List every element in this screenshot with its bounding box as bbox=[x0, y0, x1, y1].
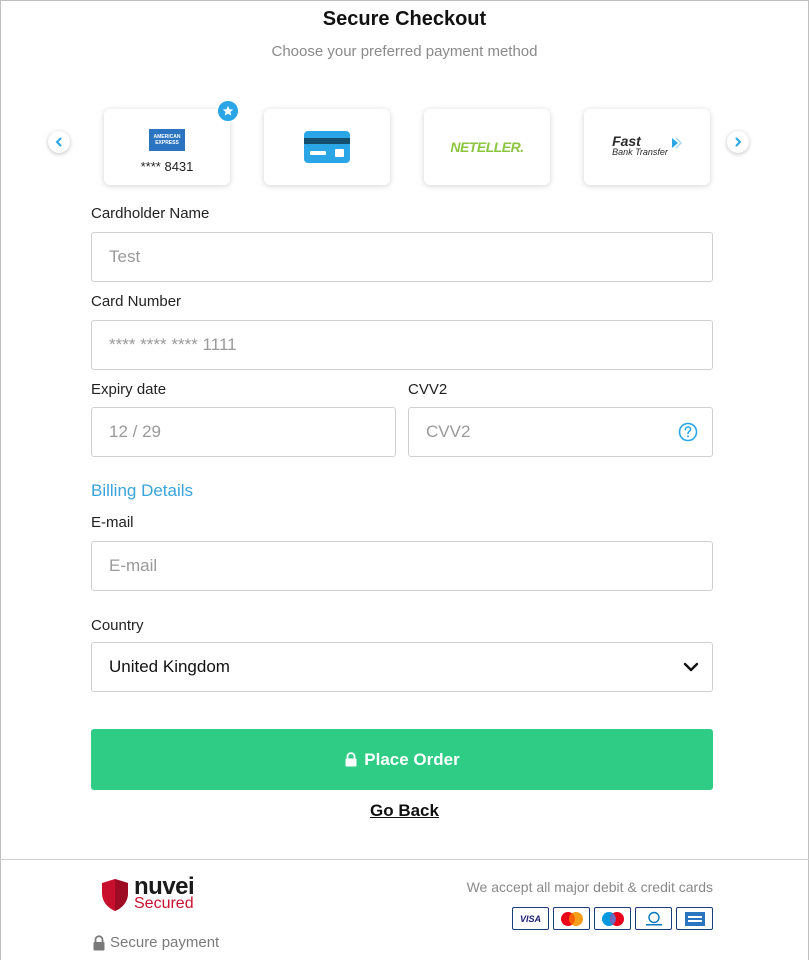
nuvei-secured-logo: nuvei Secured bbox=[100, 873, 195, 912]
amex-card-icon: AMERICAN EXPRESS bbox=[149, 128, 185, 151]
fast-bank-transfer-logo: Fast Bank Transfer bbox=[612, 133, 682, 158]
payment-method-card[interactable] bbox=[264, 109, 390, 185]
secure-payment-label: Secure payment bbox=[110, 934, 220, 951]
fbt-logo-sub: Bank Transfer bbox=[612, 147, 668, 157]
cvv-input[interactable] bbox=[426, 422, 712, 442]
payment-method-fast-bank-transfer[interactable]: Fast Bank Transfer bbox=[584, 109, 710, 185]
card-number-input[interactable] bbox=[109, 335, 712, 355]
email-field[interactable] bbox=[91, 541, 713, 591]
fbt-logo-fast: Fast bbox=[612, 133, 641, 149]
email-input[interactable] bbox=[109, 556, 712, 576]
visa-card-icon: VISA bbox=[512, 907, 549, 930]
place-order-label: Place Order bbox=[364, 749, 460, 769]
carousel-prev-button[interactable] bbox=[48, 131, 70, 153]
double-chevron-icon bbox=[671, 137, 682, 149]
cardholder-name-input[interactable] bbox=[109, 247, 712, 267]
billing-details-heading: Billing Details bbox=[91, 481, 194, 500]
nuvei-secured-label: Secured bbox=[134, 895, 194, 912]
maestro-card-icon bbox=[594, 907, 631, 930]
accepted-cards-text: We accept all major debit & credit cards bbox=[466, 879, 713, 895]
nuvei-brand: nuvei bbox=[134, 873, 195, 900]
expiry-date-field[interactable] bbox=[91, 407, 396, 457]
cardholder-name-label: Cardholder Name bbox=[91, 205, 210, 222]
payment-method-amex[interactable]: AMERICAN EXPRESS **** 8431 bbox=[104, 99, 240, 185]
email-label: E-mail bbox=[91, 514, 134, 531]
go-back-link[interactable]: Go Back bbox=[0, 801, 809, 821]
help-icon[interactable] bbox=[678, 422, 698, 442]
neteller-logo: NETELLER. bbox=[450, 139, 524, 155]
expiry-date-input[interactable] bbox=[109, 422, 395, 442]
cardholder-name-field[interactable] bbox=[91, 232, 713, 282]
mastercard-card-icon bbox=[553, 907, 590, 930]
payment-method-neteller[interactable]: NETELLER. bbox=[424, 109, 550, 185]
lock-icon bbox=[345, 752, 357, 767]
cvv-label: CVV2 bbox=[408, 381, 448, 398]
card-number-label: Card Number bbox=[91, 293, 182, 310]
country-select[interactable]: United Kingdom bbox=[91, 642, 713, 692]
card-number-field[interactable] bbox=[91, 320, 713, 370]
place-order-button[interactable]: Place Order bbox=[91, 729, 713, 790]
country-selected-value: United Kingdom bbox=[109, 657, 230, 676]
chevron-left-icon bbox=[55, 137, 62, 147]
lock-icon bbox=[93, 934, 105, 950]
chevron-down-icon bbox=[683, 662, 699, 672]
saved-card-masked-number: **** 8431 bbox=[140, 158, 194, 174]
shield-icon bbox=[102, 879, 128, 911]
expiry-date-label: Expiry date bbox=[91, 381, 167, 398]
credit-card-icon bbox=[304, 131, 350, 163]
diners-club-card-icon bbox=[635, 907, 672, 930]
secure-payment-note: Secure payment bbox=[92, 934, 219, 951]
visa-logo-text: VISA bbox=[519, 913, 541, 924]
chevron-right-icon bbox=[735, 137, 742, 147]
cvv-field[interactable] bbox=[408, 407, 713, 457]
amex-card-icon bbox=[676, 907, 713, 930]
country-label: Country bbox=[91, 617, 144, 634]
page-subtitle: Choose your preferred payment method bbox=[271, 43, 538, 60]
accepted-cards-row: VISA bbox=[512, 907, 713, 930]
page-title: Secure Checkout bbox=[322, 8, 487, 30]
star-icon bbox=[216, 99, 240, 123]
carousel-next-button[interactable] bbox=[727, 131, 749, 153]
footer-divider bbox=[0, 859, 809, 860]
